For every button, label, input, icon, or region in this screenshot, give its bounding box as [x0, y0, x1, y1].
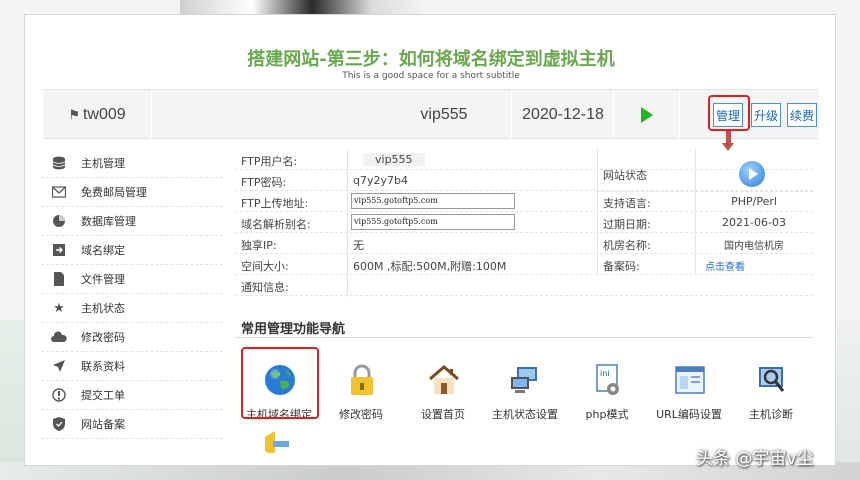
- date-cell: 2020-12-18: [513, 90, 613, 140]
- background-right: [836, 320, 860, 480]
- sidebar-item-label: 网站备案: [81, 418, 125, 431]
- send-icon: [51, 358, 67, 374]
- magnifier-icon: [755, 363, 789, 397]
- sidebar-item-label: 修改密码: [81, 331, 125, 344]
- ftp-username: vip555: [363, 153, 425, 166]
- slide-subtitle: This is a good space for a short subtitl…: [342, 71, 520, 81]
- sidebar-item-label: 域名绑定: [81, 244, 125, 257]
- watermark: 头条 @宇宙v尘: [696, 449, 814, 469]
- func-php-mode[interactable]: ini php模式: [567, 353, 647, 423]
- sidebar-item-label: 数据库管理: [81, 215, 136, 228]
- sidebar-item-label: 主机状态: [81, 302, 125, 315]
- sidebar-item-label: 主机管理: [81, 157, 125, 170]
- row-ftp-pass: FTP密码: q7y2y7b4: [235, 170, 813, 191]
- home-icon: [427, 363, 461, 397]
- lock-icon: [345, 363, 379, 397]
- renew-button[interactable]: 续费: [787, 103, 817, 127]
- slide: 搭建网站-第三步：如何将域名绑定到虚拟主机 This is a good spa…: [24, 14, 836, 466]
- host-info-table: FTP用户名: vip555 FTP密码: q7y2y7b4 FTP上传地址: …: [235, 149, 813, 297]
- sidebar-item-label: 文件管理: [81, 273, 125, 286]
- ftp-upload-field[interactable]: vip555.gotoftp5.com: [351, 193, 515, 209]
- computer-icon: [509, 363, 543, 397]
- play-icon: [749, 168, 758, 180]
- plan-name: vip555: [420, 106, 468, 123]
- ini-file-icon: ini: [591, 363, 625, 397]
- space-size: 600M ,标配:500M,附赠:100M: [353, 260, 507, 273]
- func-set-homepage[interactable]: 设置首页: [403, 353, 483, 423]
- pie-chart-icon: [51, 213, 67, 229]
- alias-field[interactable]: vip555.gotoftp5.com: [351, 214, 515, 230]
- arrow-box-icon: [51, 242, 67, 258]
- mail-icon: [51, 184, 67, 200]
- file-icon: [51, 271, 67, 287]
- row-ftp-user: FTP用户名: vip555: [235, 149, 813, 170]
- ftp-password: q7y2y7b4: [353, 174, 408, 187]
- sidebar-item-label: 免费邮局管理: [81, 186, 147, 199]
- highlight-domain-bind: [241, 347, 319, 419]
- func-url-encoding[interactable]: URL编码设置: [649, 353, 729, 423]
- flag-icon: ⚑: [68, 107, 80, 122]
- highlight-manage: [708, 95, 750, 131]
- arrow-down-icon: [726, 131, 731, 143]
- upgrade-button[interactable]: 升级: [751, 103, 781, 127]
- row-notice: 通知信息:: [235, 275, 813, 296]
- account-cell: ⚑ tw009: [43, 90, 151, 140]
- star-icon: ★: [53, 300, 65, 316]
- start-button[interactable]: [615, 90, 679, 140]
- dedicated-ip: 无: [353, 239, 364, 252]
- cloud-icon: [51, 329, 67, 345]
- func-host-status[interactable]: 主机状态设置: [485, 353, 565, 423]
- function-nav-title: 常用管理功能导航: [241, 322, 346, 337]
- sidebar-item-label: 提交工单: [81, 389, 125, 402]
- open-date: 2020-12-18: [522, 106, 604, 123]
- room-name: 国内电信机房: [724, 241, 784, 252]
- sidebar-item-files[interactable]: 文件管理: [41, 265, 223, 294]
- func-change-password[interactable]: 修改密码: [321, 353, 401, 423]
- account-bar: ⚑ tw009 vip555 2020-12-18 管理 升级 续费: [43, 89, 819, 140]
- sidebar-item-domain[interactable]: 域名绑定: [41, 236, 223, 265]
- status-label: 网站状态: [603, 169, 647, 182]
- sidebar-item-password[interactable]: 修改密码: [41, 323, 223, 352]
- sidebar-item-host[interactable]: 主机管理: [41, 149, 223, 178]
- icp-view-link[interactable]: 点击查看: [705, 258, 745, 273]
- ticket-icon: [51, 387, 67, 403]
- sidebar-item-icp[interactable]: 网站备案: [41, 410, 223, 439]
- sidebar-item-contact[interactable]: 联系资料: [41, 352, 223, 381]
- database-icon: [51, 155, 67, 171]
- sidebar-item-database[interactable]: 数据库管理: [41, 207, 223, 236]
- more-function-icon[interactable]: [261, 429, 295, 453]
- shield-icon: [51, 416, 67, 432]
- slide-title: 搭建网站-第三步：如何将域名绑定到虚拟主机: [247, 49, 615, 70]
- account-name: tw009: [82, 106, 126, 123]
- window-icon: [673, 363, 707, 397]
- expire-date: 2021-06-03: [722, 216, 786, 229]
- play-icon: [641, 107, 653, 123]
- site-status-button[interactable]: [739, 161, 765, 187]
- sidebar-item-ticket[interactable]: 提交工单: [41, 381, 223, 410]
- sidebar-item-mail[interactable]: 免费邮局管理: [41, 178, 223, 207]
- svg-text:ini: ini: [600, 369, 610, 378]
- func-host-diagnose[interactable]: 主机诊断: [731, 353, 811, 423]
- plan-cell: vip555: [393, 90, 495, 140]
- support-language: PHP/Perl: [731, 195, 777, 208]
- sidebar-item-status[interactable]: ★ 主机状态: [41, 294, 223, 323]
- sidebar-item-label: 联系资料: [81, 360, 125, 373]
